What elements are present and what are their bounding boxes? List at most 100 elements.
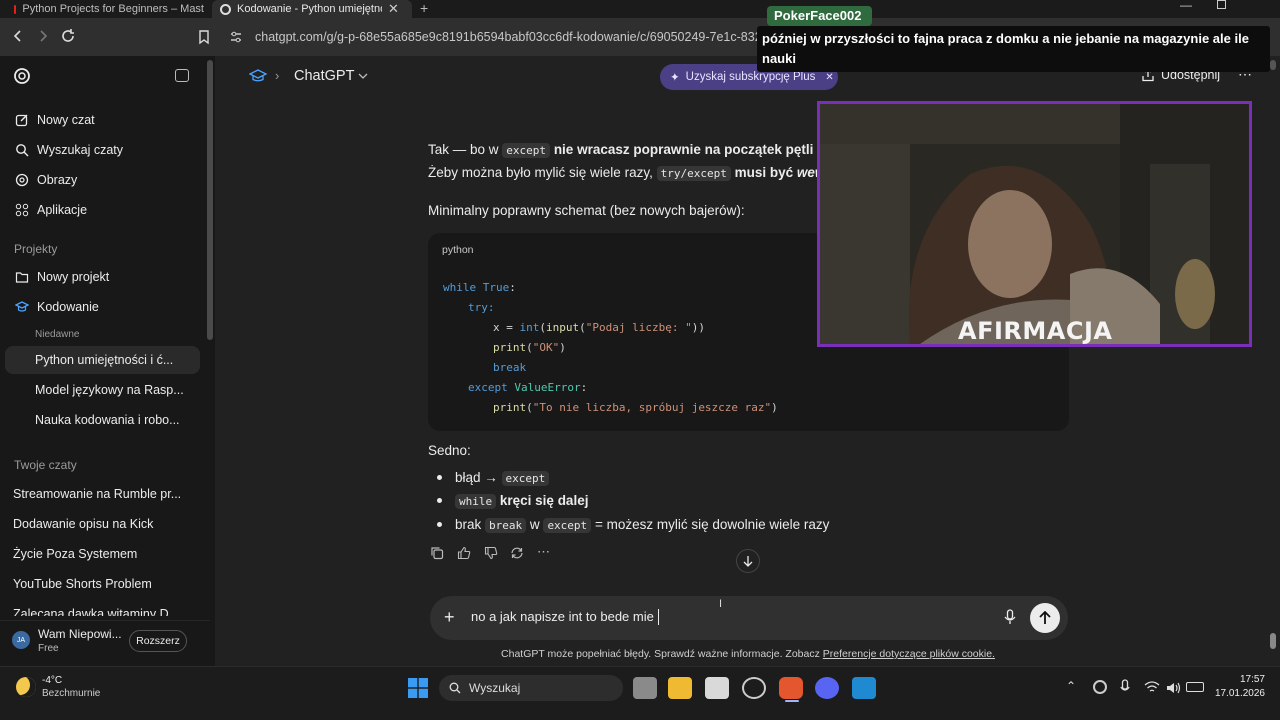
text: Tak — bo w <box>428 142 499 157</box>
url-field[interactable]: chatgpt.com/g/g-p-68e55a685e9c8191b6594b… <box>255 30 775 44</box>
youtube-icon <box>14 4 17 14</box>
openai-logo-icon[interactable] <box>13 67 31 85</box>
disclaimer-text: ChatGPT może popełniać błędy. Sprawdź wa… <box>501 648 820 660</box>
weather-desc[interactable]: Bezchmurnie <box>42 688 100 699</box>
microphone-icon[interactable] <box>1120 679 1130 695</box>
active-app-indicator <box>785 700 799 702</box>
code-language-label: python <box>442 244 474 256</box>
openai-icon <box>220 3 231 15</box>
wifi-icon[interactable] <box>1144 680 1160 694</box>
plus-attach-icon[interactable]: + <box>444 607 455 628</box>
discord-icon[interactable] <box>815 677 839 699</box>
bookmark-icon[interactable] <box>197 29 211 45</box>
notepad-icon[interactable] <box>705 677 729 699</box>
chevron-up-icon[interactable]: ⌃ <box>1066 679 1076 693</box>
project-cap-icon[interactable] <box>249 68 267 84</box>
inline-code: except <box>543 518 592 533</box>
task-view-icon[interactable] <box>633 677 657 699</box>
sedno-heading: Sedno: <box>428 443 471 458</box>
code-line: while True: <box>443 281 516 294</box>
sidebar-item-images[interactable]: Obrazy <box>5 166 200 194</box>
sidebar-item-label: Zalecana dawka witaminy D <box>13 607 169 616</box>
bullet-1: błąd → except <box>455 470 550 486</box>
minimize-icon[interactable]: — <box>1180 0 1192 12</box>
sidebar-item-label: Wyszukaj czaty <box>37 143 124 157</box>
obs-icon[interactable] <box>742 677 766 699</box>
chevron-down-icon <box>358 72 368 80</box>
scroll-down-button[interactable] <box>736 549 760 573</box>
cookie-preferences-link[interactable]: Preferencje dotyczące plików cookie. <box>823 648 995 660</box>
sidebar-item-apps[interactable]: Aplikacje <box>5 196 200 224</box>
send-button[interactable] <box>1030 603 1060 633</box>
graduation-cap-icon <box>15 300 29 314</box>
sidebar-item-label: Życie Poza Systemem <box>13 547 138 561</box>
breadcrumb-chevron-icon: › <box>275 68 280 83</box>
regenerate-icon[interactable] <box>510 546 524 560</box>
sidebar-recent-item-active[interactable]: Python umiejętności i ć... <box>5 346 200 374</box>
more-actions-icon[interactable]: ⋯ <box>537 544 550 560</box>
close-tab-icon[interactable]: ✕ <box>388 1 399 17</box>
site-settings-icon[interactable] <box>229 30 243 44</box>
brave-browser-icon[interactable] <box>779 677 803 699</box>
model-selector[interactable]: ChatGPT <box>294 68 368 84</box>
sidebar-chat-item[interactable]: Życie Poza Systemem <box>5 540 200 568</box>
sidebar-scrollbar[interactable] <box>207 60 213 340</box>
mouse-cursor-icon: I <box>719 598 723 610</box>
sidebar-item-label: Python umiejętności i ć... <box>35 353 174 367</box>
reload-icon[interactable] <box>60 28 76 44</box>
avatar: JA <box>12 631 30 649</box>
code-line: x = int(input("Podaj liczbę: ")) <box>493 321 705 334</box>
new-tab-button[interactable]: + <box>420 0 428 16</box>
sidebar-item-new-project[interactable]: Nowy projekt <box>5 263 200 291</box>
sync-icon[interactable] <box>1093 680 1107 694</box>
inline-code: except <box>502 143 551 158</box>
sidebar-chat-item[interactable]: Dodawanie opisu na Kick <box>5 510 200 538</box>
windows-start-icon[interactable] <box>408 678 428 698</box>
copy-icon[interactable] <box>430 546 444 560</box>
sidebar-item-kodowanie[interactable]: Kodowanie <box>5 293 200 321</box>
sidebar-recent-item[interactable]: Nauka kodowania i robo... <box>5 406 200 434</box>
forward-icon[interactable] <box>35 28 51 44</box>
message-input[interactable]: no a jak napisze int to bede mie <box>471 609 654 624</box>
image-icon <box>15 173 29 187</box>
maximize-icon[interactable] <box>1217 0 1226 9</box>
text: Żeby można było mylić się wiele razy, <box>428 165 653 180</box>
text: brak <box>455 517 482 532</box>
weather-temp[interactable]: -4°C <box>42 675 62 686</box>
bullet-dot <box>437 522 442 527</box>
text: = możesz mylić się dowolnie wiele razy <box>594 517 830 532</box>
chats-heading: Twoje czaty <box>14 458 77 472</box>
plus-label: Uzyskaj subskrypcję Plus <box>685 71 816 83</box>
clock-time[interactable]: 17:57 <box>1225 674 1265 685</box>
close-icon[interactable]: ✕ <box>825 72 833 83</box>
sidebar-item-search[interactable]: Wyszukaj czaty <box>5 136 200 164</box>
thumbs-up-icon[interactable] <box>457 546 471 560</box>
sidebar-chat-item-clipped[interactable]: Zalecana dawka witaminy D <box>5 600 200 616</box>
webcam-overlay: AFIRMACJA <box>817 101 1252 347</box>
main-scrollbar-thumb[interactable] <box>1270 633 1276 649</box>
vscode-icon[interactable] <box>852 677 876 699</box>
thumbs-down-icon[interactable] <box>484 546 498 560</box>
code-line: except ValueError: <box>468 381 588 394</box>
back-icon[interactable] <box>10 28 26 44</box>
message-line-2: Żeby można było mylić się wiele razy, tr… <box>428 165 820 181</box>
sidebar-chat-item: Zalecana dawka witaminy D <box>5 600 200 616</box>
clock-date[interactable]: 17.01.2026 <box>1200 688 1265 699</box>
microphone-icon[interactable] <box>1003 609 1017 625</box>
inline-code: try/except <box>656 166 731 181</box>
file-explorer-icon[interactable] <box>668 677 692 699</box>
browser-tab[interactable]: Python Projects for Beginners – Mast <box>6 0 204 18</box>
main-scrollbar-top[interactable] <box>1270 60 1276 70</box>
sidebar-recent-item[interactable]: Model językowy na Rasp... <box>5 376 200 404</box>
browser-tab-active[interactable]: Kodowanie - Python umiejętności ✕ <box>212 0 412 18</box>
sidebar-chat-item[interactable]: YouTube Shorts Problem <box>5 570 200 598</box>
sidebar-chat-item[interactable]: Streamowanie na Rumble pr... <box>5 480 200 508</box>
search-icon <box>15 143 29 157</box>
user-name: Wam Niepowi... <box>38 627 122 641</box>
sidebar-item-new-chat[interactable]: Nowy czat <box>5 106 200 134</box>
taskbar-search[interactable]: Wyszukaj <box>439 675 623 701</box>
message-line-1: Tak — bo w except nie wracasz poprawnie … <box>428 142 820 158</box>
sidebar-item-label: Nowy projekt <box>37 270 110 284</box>
volume-icon[interactable] <box>1166 681 1182 695</box>
sidebar-toggle-icon[interactable] <box>175 69 189 82</box>
